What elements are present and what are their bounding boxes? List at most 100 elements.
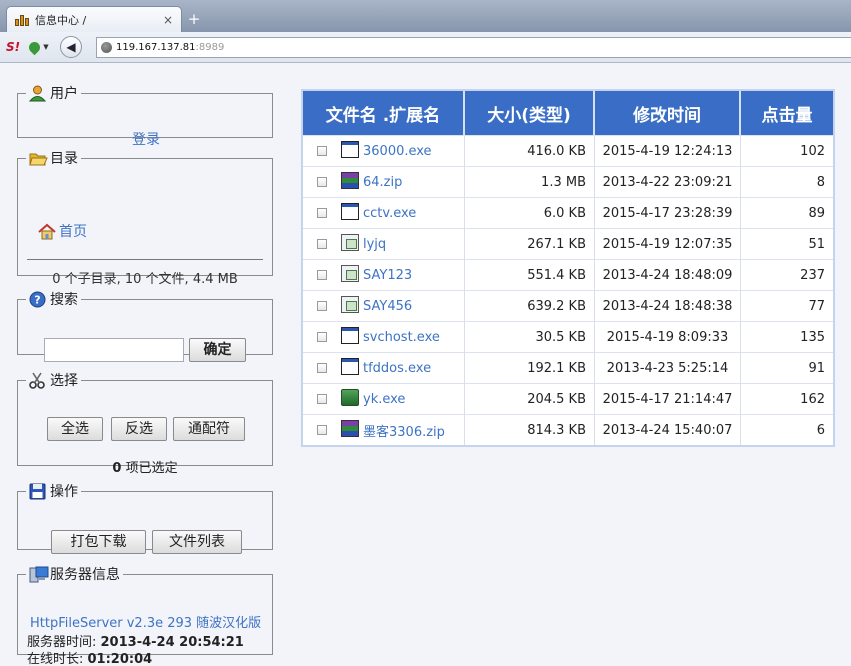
file-name-cell: tfddos.exe [303, 352, 465, 383]
back-button[interactable]: ◀ [60, 36, 82, 58]
file-link[interactable]: 36000.exe [363, 144, 432, 159]
scissors-icon [29, 372, 46, 389]
search-panel: ? 搜索 确定 [17, 289, 273, 362]
tab-title: 信息中心 / [35, 14, 87, 27]
file-link[interactable]: svchost.exe [363, 330, 440, 345]
file-modified-cell: 2015-4-19 12:07:35 [595, 228, 741, 259]
table-row: svchost.exe 30.5 KB 2015-4-19 8:09:33 135 [303, 321, 833, 352]
size-column-header[interactable]: 大小(类型) [465, 91, 595, 135]
file-select-checkbox[interactable] [317, 146, 327, 156]
server-software-link[interactable]: HttpFileServer v2.3e 293 随波汉化版 [30, 612, 261, 631]
globe-icon [101, 42, 112, 53]
login-link[interactable]: 登录 [132, 129, 160, 149]
browser-logo-icon[interactable]: S! [2, 40, 24, 54]
file-size-cell: 551.4 KB [465, 259, 595, 290]
file-name-cell: 64.zip [303, 166, 465, 197]
file-link[interactable]: tfddos.exe [363, 361, 431, 376]
search-panel-legend: ? 搜索 [26, 289, 81, 309]
zip-download-button[interactable]: 打包下载 [51, 530, 146, 554]
file-zip-icon [341, 419, 359, 437]
file-hits-cell: 6 [741, 414, 833, 445]
file-select-checkbox[interactable] [317, 239, 327, 249]
search-input[interactable] [44, 338, 184, 362]
file-link[interactable]: 64.zip [363, 175, 402, 190]
table-row: 36000.exe 416.0 KB 2015-4-19 12:24:13 102 [303, 135, 833, 166]
file-size-cell: 1.3 MB [465, 166, 595, 197]
file-link[interactable]: yk.exe [363, 392, 405, 407]
hits-column-header[interactable]: 点击量 [741, 91, 833, 135]
file-name-cell: 墨客3306.zip [303, 414, 465, 445]
file-select-checkbox[interactable] [317, 332, 327, 342]
file-link[interactable]: SAY456 [363, 299, 412, 314]
file-doc-icon [341, 295, 359, 313]
table-row: cctv.exe 6.0 KB 2015-4-17 23:28:39 89 [303, 197, 833, 228]
file-size-cell: 267.1 KB [465, 228, 595, 259]
file-doc-icon [341, 233, 359, 251]
server-uptime-label: 在线时长: [27, 652, 88, 666]
modified-column-header[interactable]: 修改时间 [595, 91, 741, 135]
user-icon [28, 85, 47, 102]
selection-legend-text: 选择 [50, 373, 78, 389]
file-list-button[interactable]: 文件列表 [152, 530, 242, 554]
file-doc-icon [341, 264, 359, 282]
file-select-checkbox[interactable] [317, 394, 327, 404]
file-size-cell: 6.0 KB [465, 197, 595, 228]
select-all-button[interactable]: 全选 [47, 417, 103, 441]
user-panel-legend: 用户 [26, 83, 81, 103]
file-name-cell: cctv.exe [303, 197, 465, 228]
file-size-cell: 204.5 KB [465, 383, 595, 414]
file-app-icon [341, 388, 359, 406]
new-tab-button[interactable]: + [184, 10, 204, 28]
file-modified-cell: 2013-4-24 15:40:07 [595, 414, 741, 445]
help-search-icon: ? [29, 291, 46, 308]
wildcard-select-button[interactable]: 通配符 [173, 417, 245, 441]
file-name-cell: lyjq [303, 228, 465, 259]
table-row: 64.zip 1.3 MB 2013-4-22 23:09:21 8 [303, 166, 833, 197]
name-column-header[interactable]: 文件名 .扩展名 [303, 91, 465, 135]
file-table: 文件名 .扩展名 大小(类型) 修改时间 点击量 36000.exe 416.0 … [301, 89, 835, 447]
directory-divider [27, 259, 263, 260]
user-legend-text: 用户 [50, 86, 78, 102]
home-link[interactable]: 首页 [59, 221, 87, 241]
file-table-header: 文件名 .扩展名 大小(类型) 修改时间 点击量 [303, 91, 833, 135]
file-select-checkbox[interactable] [317, 208, 327, 218]
file-name-cell: 36000.exe [303, 135, 465, 166]
browser-tab[interactable]: 信息中心 / × [6, 6, 182, 33]
file-hits-cell: 8 [741, 166, 833, 197]
file-zip-icon [341, 171, 359, 189]
file-hits-cell: 237 [741, 259, 833, 290]
file-hits-cell: 91 [741, 352, 833, 383]
user-panel: 用户 登录 [17, 83, 273, 148]
server-info-legend-text: 服务器信息 [50, 567, 120, 583]
leaf-icon [27, 39, 43, 55]
file-select-checkbox[interactable] [317, 301, 327, 311]
file-modified-cell: 2015-4-19 8:09:33 [595, 321, 741, 352]
file-modified-cell: 2015-4-17 23:28:39 [595, 197, 741, 228]
file-exe-icon [341, 202, 359, 220]
home-link-row[interactable]: 首页 [38, 221, 87, 241]
server-uptime-value: 01:20:04 [87, 652, 153, 666]
search-submit-button[interactable]: 确定 [189, 338, 246, 362]
directory-legend-text: 目录 [50, 151, 78, 167]
file-select-checkbox[interactable] [317, 425, 327, 435]
svg-text:?: ? [34, 293, 40, 306]
file-table-body: 36000.exe 416.0 KB 2015-4-19 12:24:13 102 64… [303, 135, 833, 445]
file-link[interactable]: cctv.exe [363, 206, 416, 221]
tab-close-icon[interactable]: × [163, 13, 173, 27]
file-modified-cell: 2013-4-24 18:48:38 [595, 290, 741, 321]
chevron-down-icon: ▼ [43, 43, 49, 51]
plugin-menu-button[interactable]: ▼ [24, 39, 54, 55]
file-name-cell: yk.exe [303, 383, 465, 414]
file-link[interactable]: 墨客3306.zip [363, 425, 445, 440]
invert-selection-button[interactable]: 反选 [111, 417, 167, 441]
file-select-checkbox[interactable] [317, 270, 327, 280]
file-size-cell: 639.2 KB [465, 290, 595, 321]
file-exe-icon [341, 326, 359, 344]
file-link[interactable]: SAY123 [363, 268, 412, 283]
file-select-checkbox[interactable] [317, 363, 327, 373]
server-info-panel: 服务器信息 HttpFileServer v2.3e 293 随波汉化版 服务器… [17, 564, 273, 666]
file-select-checkbox[interactable] [317, 177, 327, 187]
address-bar[interactable]: 119.167.137.81:8989 [96, 37, 851, 58]
arrow-left-icon: ◀ [66, 40, 76, 54]
file-link[interactable]: lyjq [363, 237, 386, 252]
